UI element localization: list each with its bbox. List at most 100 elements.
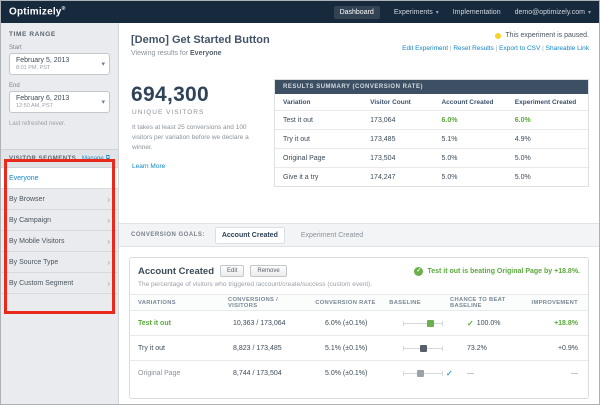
registered-mark: ® bbox=[61, 6, 66, 13]
remove-goal-button[interactable]: Remove bbox=[250, 265, 287, 277]
segment-item-by-browser[interactable]: By Browser › bbox=[1, 189, 118, 210]
visitor-segments-header: VISITOR SEGMENTS Manage ⧉ bbox=[1, 149, 118, 168]
experiment-subtitle: Viewing results for Everyone bbox=[131, 50, 222, 57]
segment-label: By Mobile Visitors bbox=[9, 237, 65, 245]
reset-results-link[interactable]: Reset Results bbox=[453, 45, 499, 52]
export-csv-link[interactable]: Export to CSV bbox=[499, 45, 546, 52]
end-time-value: 12:50 AM, PST bbox=[16, 103, 53, 109]
confidence-interval-slider bbox=[403, 319, 443, 327]
optimizely-logo[interactable]: Optimizely® bbox=[9, 6, 65, 17]
column-header-chance-to-beat-baseline: CHANCE TO BEAT BASELINE bbox=[450, 296, 506, 309]
paused-status-icon bbox=[495, 32, 502, 39]
chevron-right-icon: › bbox=[107, 215, 110, 225]
chance-value: 100.0% bbox=[476, 319, 501, 327]
segment-label: By Campaign bbox=[9, 216, 52, 224]
baseline-cell bbox=[395, 344, 459, 352]
confidence-interval-slider bbox=[403, 369, 443, 377]
manage-segments-link[interactable]: Manage ⧉ bbox=[82, 155, 110, 162]
manage-label: Manage bbox=[82, 155, 104, 162]
baseline-cell bbox=[395, 319, 459, 327]
end-date-dropdown[interactable]: February 6, 2013 12:50 AM, PST ▾ bbox=[9, 91, 110, 113]
experiment-created-rate: 4.9% bbox=[514, 135, 531, 143]
conversion-goals-label: CONVERSION GOALS: bbox=[131, 232, 205, 238]
nav-label: Dashboard bbox=[339, 8, 374, 16]
nav-label: Implementation bbox=[452, 8, 501, 16]
column-header-account-created: Account Created bbox=[441, 98, 494, 106]
summary-header-row: Variation Visitor Count Account Created … bbox=[275, 94, 588, 110]
experiment-created-rate: 6.0% bbox=[514, 116, 531, 124]
start-label: Start bbox=[9, 45, 22, 51]
chance-to-beat-cell: — bbox=[459, 370, 545, 377]
chance-value: — bbox=[467, 369, 474, 377]
brand-text: Optimizely bbox=[9, 6, 62, 18]
visitor-count: 173,504 bbox=[370, 154, 396, 162]
nav-label: Experiments bbox=[393, 8, 433, 16]
improvement-value: +0.9% bbox=[557, 344, 578, 352]
variation-name: Try it out bbox=[283, 135, 310, 143]
goal-panel-header: Account Created Edit Remove ✓ Test it ou… bbox=[130, 258, 588, 279]
subtitle-segment-name: Everyone bbox=[190, 50, 222, 57]
conversions-visitors: 8,823 / 173,485 bbox=[233, 344, 282, 352]
slider-handle bbox=[427, 319, 434, 327]
goal-description: The percentage of visitors who triggered… bbox=[138, 281, 373, 288]
column-header-variation: Variation bbox=[283, 98, 311, 106]
segment-item-by-campaign[interactable]: By Campaign › bbox=[1, 210, 118, 231]
table-row: Give it a try 174,247 5.0% 5.0% bbox=[275, 167, 588, 186]
subtitle-prefix: Viewing results for bbox=[131, 50, 191, 57]
results-summary-table: RESULTS SUMMARY (CONVERSION RATE) Variat… bbox=[274, 79, 589, 187]
segment-item-by-mobile-visitors[interactable]: By Mobile Visitors › bbox=[1, 231, 118, 252]
chance-to-beat-cell: ✓ 100.0% bbox=[459, 319, 545, 328]
chevron-down-icon: ▾ bbox=[101, 99, 105, 106]
nav-item-experiments[interactable]: Experiments ▾ bbox=[394, 9, 439, 16]
top-navbar: Optimizely® Dashboard Experiments ▾ Imple… bbox=[1, 1, 599, 23]
time-range-title: TIME RANGE bbox=[9, 31, 56, 38]
improvement-value: +18.8% bbox=[554, 319, 578, 327]
segment-item-by-custom-segment[interactable]: By Custom Segment › bbox=[1, 273, 118, 294]
segment-label: By Source Type bbox=[9, 258, 59, 266]
baseline-check-icon: ✓ bbox=[446, 368, 453, 378]
conversion-rate: 5.0% (±0.1%) bbox=[325, 369, 368, 377]
navbar-menu: Dashboard Experiments ▾ Implementation de… bbox=[333, 5, 591, 19]
start-date-dropdown[interactable]: February 5, 2013 8:01 PM, PST ▾ bbox=[9, 53, 110, 75]
variation-name: Test it out bbox=[283, 116, 313, 124]
conversion-goals-bar: CONVERSION GOALS: Account Created Experi… bbox=[119, 223, 599, 247]
segment-item-everyone[interactable]: Everyone› bbox=[1, 168, 118, 189]
tab-account-created[interactable]: Account Created bbox=[214, 226, 285, 244]
conversions-visitors: 8,744 / 173,504 bbox=[233, 369, 282, 377]
column-header-conversion-rate: CONVERSION RATE bbox=[315, 299, 376, 306]
column-header-improvement: IMPROVEMENT bbox=[531, 299, 578, 306]
check-circle-icon: ✓ bbox=[414, 266, 424, 276]
visitor-count: 173,064 bbox=[370, 116, 396, 124]
segment-label: By Custom Segment bbox=[9, 279, 74, 287]
variation-name: Original Page bbox=[283, 154, 326, 162]
conversion-rate: 6.0% (±0.1%) bbox=[325, 319, 368, 327]
winner-banner-text: Test it out is beating Original Page by … bbox=[427, 267, 580, 275]
edit-experiment-link[interactable]: Edit Experiment bbox=[402, 45, 453, 52]
shareable-link[interactable]: Shareable Link bbox=[546, 45, 589, 52]
sidebar: TIME RANGE Start February 5, 2013 8:01 P… bbox=[1, 23, 119, 404]
start-time-value: 8:01 PM, PST bbox=[16, 65, 51, 71]
learn-more-link[interactable]: Learn More bbox=[132, 163, 165, 170]
end-date-value: February 6, 2013 bbox=[16, 95, 70, 102]
experiment-created-rate: 5.0% bbox=[514, 154, 531, 162]
results-summary-title: RESULTS SUMMARY (CONVERSION RATE) bbox=[275, 80, 588, 94]
segment-item-by-source-type[interactable]: By Source Type › bbox=[1, 252, 118, 273]
tab-experiment-created[interactable]: Experiment Created bbox=[295, 228, 369, 243]
visitor-segments-title: VISITOR SEGMENTS bbox=[9, 155, 77, 162]
confidence-interval-slider bbox=[403, 344, 443, 352]
table-row: Try it out 8,823 / 173,485 5.1% (±0.1%) … bbox=[130, 335, 588, 360]
start-date-value: February 5, 2013 bbox=[16, 57, 70, 64]
nav-label: demo@optimizely.com bbox=[514, 8, 585, 16]
variation-name: Try it out bbox=[138, 344, 165, 352]
account-created-rate: 5.0% bbox=[441, 173, 458, 181]
conversion-rate: 5.1% (±0.1%) bbox=[325, 344, 368, 352]
edit-goal-button[interactable]: Edit bbox=[220, 265, 245, 277]
nav-item-dashboard[interactable]: Dashboard bbox=[333, 5, 380, 19]
column-header-conversions-visitors: CONVERSIONS / VISITORS bbox=[228, 296, 278, 309]
account-created-rate: 5.0% bbox=[441, 154, 458, 162]
account-created-rate: 6.0% bbox=[441, 116, 458, 124]
last-refreshed-text: Last refreshed never. bbox=[9, 121, 66, 127]
nav-item-account[interactable]: demo@optimizely.com ▾ bbox=[515, 9, 591, 16]
nav-item-implementation[interactable]: Implementation bbox=[453, 9, 501, 16]
experiment-title: [Demo] Get Started Button bbox=[131, 34, 270, 46]
